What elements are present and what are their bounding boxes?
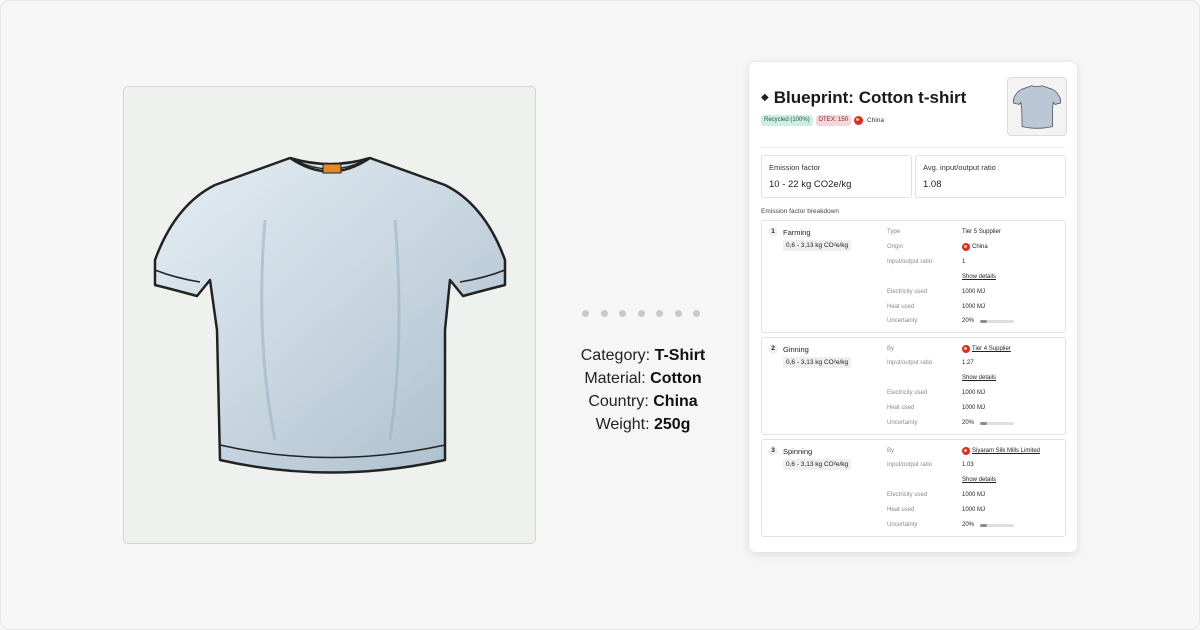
show-details-link[interactable]: Show details [962, 274, 996, 280]
kv-value: 1000 MJ [962, 492, 986, 498]
show-details-link[interactable]: Show details [962, 375, 996, 381]
kv-value: 1000 MJ [962, 289, 986, 295]
kv-key: Input/output ratio [887, 462, 933, 468]
kv-value: China [962, 243, 988, 251]
dot [656, 310, 663, 317]
attr-weight: Weight: 250g [595, 416, 691, 433]
emission-range: 0,6 - 3,13 kg CO²e/kg [783, 357, 852, 368]
step-name: Farming [783, 228, 811, 237]
kv-key: Electricity used [887, 390, 928, 396]
kv-key: By [887, 346, 895, 352]
uncertainty-value: 20% [962, 420, 1015, 426]
diamond-icon: ◆ [761, 92, 769, 103]
kv-key: Origin [887, 244, 904, 250]
dot [582, 310, 589, 317]
kv-value: 1 [962, 259, 966, 265]
supplier-link[interactable]: Tier 4 Supplier [962, 345, 1011, 353]
step-name: Ginning [783, 345, 809, 354]
blueprint-panel: ◆ Blueprint: Cotton t-shirt Recycled (10… [749, 62, 1077, 552]
kv-value: 1000 MJ [962, 390, 986, 396]
china-flag-icon [962, 243, 970, 251]
step-number: 3 [768, 446, 778, 456]
step-card-spinning: 3 Spinning 0,6 - 3,13 kg CO²e/kg By Siya… [761, 439, 1066, 537]
dot [674, 310, 682, 317]
uncertainty-bar-fill [980, 421, 987, 425]
uncertainty-bar [980, 319, 1015, 323]
stat-value: 10 - 22 kg CO2e/kg [769, 179, 852, 190]
dot [619, 310, 626, 317]
dtex-badge: DTEX: 150 [815, 115, 852, 126]
kv-key: Heat used [887, 304, 915, 310]
recycled-badge: Recycled (100%) [761, 115, 813, 126]
kv-value: 1.03 [962, 462, 974, 468]
attr-material: Material: Cotton [584, 370, 702, 387]
country-badge: China [867, 117, 885, 124]
step-name: Spinning [783, 447, 813, 456]
attr-category: Category: T-Shirt [580, 347, 706, 364]
kv-key: By [887, 448, 895, 454]
supplier-link[interactable]: Siyaram Silk Mills Limited [962, 447, 1040, 455]
china-flag-icon [962, 345, 970, 353]
emission-factor-box: Emission factor 10 - 22 kg CO2e/kg [761, 155, 912, 198]
show-details-link[interactable]: Show details [962, 477, 996, 483]
ratio-box: Avg. input/output ratio 1.08 [915, 155, 1066, 198]
step-card-ginning: 2 Ginning 0,6 - 3,13 kg CO²e/kg By Tier … [761, 337, 1066, 435]
china-flag-icon [854, 116, 864, 125]
product-thumbnail[interactable] [1007, 77, 1067, 136]
uncertainty-value: 20% [962, 522, 1015, 528]
badge-row: Recycled (100%) DTEX: 150 China [761, 115, 884, 126]
uncertainty-bar [980, 421, 1015, 425]
uncertainty-value: 20% [962, 318, 1015, 324]
step-number: 1 [768, 227, 778, 237]
china-flag-icon [962, 447, 970, 455]
kv-value: 1000 MJ [962, 405, 986, 411]
product-image-card [123, 86, 536, 544]
dot [637, 310, 645, 317]
uncertainty-bar-fill [980, 523, 987, 527]
emission-range: 0,6 - 3,13 kg CO²e/kg [783, 459, 852, 470]
kv-value: Tier 5 Supplier [962, 229, 1001, 235]
kv-key: Electricity used [887, 289, 928, 295]
breakdown-label: Emission factor breakdown [761, 208, 840, 215]
dot [600, 310, 608, 317]
kv-value: 1.27 [962, 360, 974, 366]
tshirt-thumbnail-icon [1012, 84, 1062, 129]
stat-label: Emission factor [769, 163, 821, 172]
kv-key: Heat used [887, 405, 915, 411]
kv-key: Input/output ratio [887, 259, 933, 265]
product-attributes: Category: T-Shirt Material: Cotton Count… [560, 344, 726, 436]
dot [693, 310, 700, 317]
kv-value: 1000 MJ [962, 304, 986, 310]
emission-range: 0,6 - 3,13 kg CO²e/kg [783, 240, 852, 251]
attr-country: Country: China [588, 393, 698, 410]
kv-key: Uncertainty [887, 318, 918, 324]
kv-key: Heat used [887, 507, 915, 513]
kv-key: Type [887, 229, 901, 235]
step-number: 2 [768, 344, 778, 354]
kv-key: Input/output ratio [887, 360, 933, 366]
uncertainty-bar-fill [980, 319, 987, 323]
tshirt-illustration [153, 156, 506, 474]
title-row: ◆ Blueprint: Cotton t-shirt [761, 88, 966, 108]
step-card-farming: 1 Farming 0,6 - 3,13 kg CO²e/kg Type Tie… [761, 220, 1066, 333]
kv-value: 1000 MJ [962, 507, 986, 513]
divider [761, 147, 1065, 148]
uncertainty-bar [980, 523, 1015, 527]
kv-key: Electricity used [887, 492, 928, 498]
kv-key: Uncertainty [887, 522, 918, 528]
page-title: Blueprint: Cotton t-shirt [773, 88, 967, 107]
stat-value: 1.08 [923, 179, 942, 190]
progress-dots [582, 310, 700, 317]
kv-key: Uncertainty [887, 420, 918, 426]
stat-label: Avg. input/output ratio [923, 163, 996, 172]
